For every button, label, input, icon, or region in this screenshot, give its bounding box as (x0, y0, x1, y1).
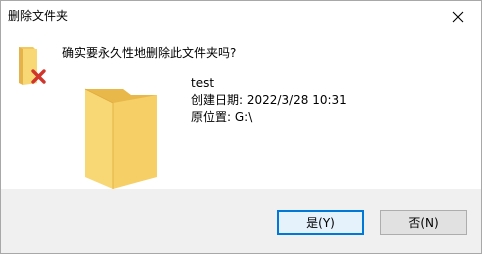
close-icon (452, 11, 464, 22)
confirm-question: 确实要永久性地删除此文件夹吗? (62, 46, 237, 60)
item-original-location: 原位置: G:\ (191, 110, 253, 124)
yes-button[interactable]: 是(Y) (277, 210, 364, 235)
item-details: test 创建日期: 2022/3/28 10:31 原位置: G:\ (191, 75, 347, 126)
button-bar: 是(Y) 否(N) (1, 189, 481, 253)
close-button[interactable] (435, 1, 481, 32)
title-bar: 删除文件夹 (1, 1, 481, 32)
dialog-content: 确实要永久性地删除此文件夹吗? test 创建日期: 2022/3/28 10:… (1, 32, 481, 189)
item-name: test (191, 76, 215, 90)
delete-folder-dialog: 删除文件夹 确实要永久性地删除此文件夹吗? test 创建日期: 2022/3/… (0, 0, 482, 254)
delete-warning-icon (13, 44, 53, 92)
item-created-date: 创建日期: 2022/3/28 10:31 (191, 93, 347, 107)
window-title: 删除文件夹 (8, 9, 69, 23)
folder-icon (81, 85, 161, 194)
no-button[interactable]: 否(N) (380, 210, 467, 235)
